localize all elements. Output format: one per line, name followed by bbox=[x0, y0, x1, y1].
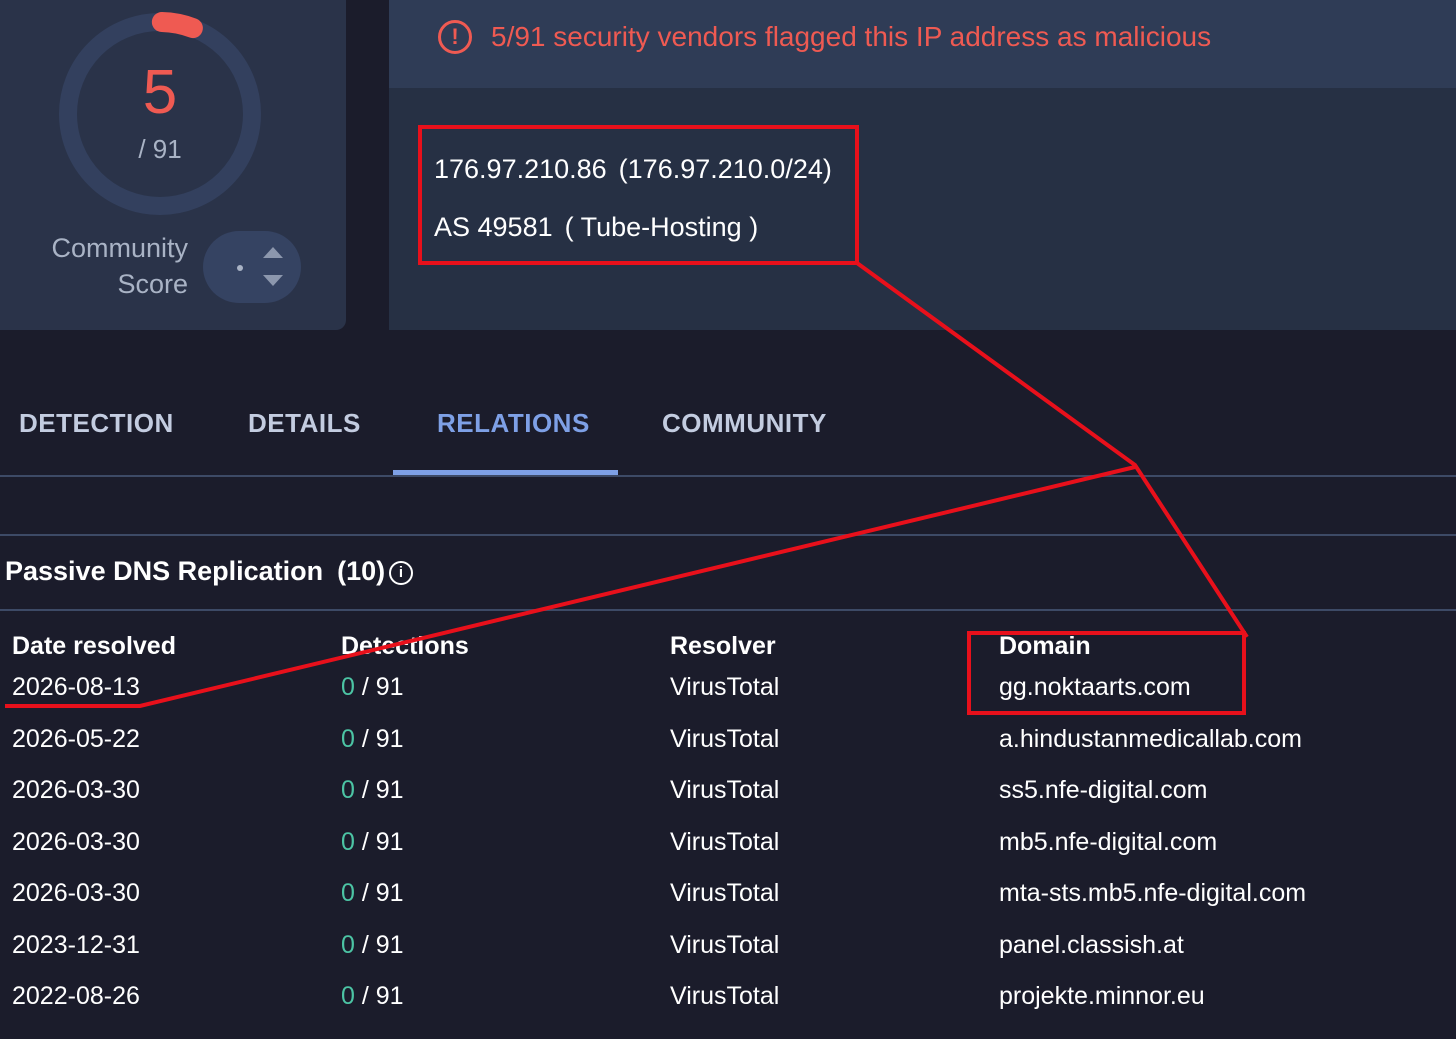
row-detections: 0 / 91 bbox=[341, 982, 404, 1010]
exclamation-circle-icon: ! bbox=[438, 20, 472, 54]
vote-up-icon[interactable] bbox=[263, 247, 283, 258]
ip-address-line: 176.97.210.86 (176.97.210.0/24) bbox=[434, 154, 844, 185]
as-owner: ( Tube-Hosting ) bbox=[564, 212, 759, 242]
row-detections: 0 / 91 bbox=[341, 776, 404, 804]
table-row: 2023-12-31 0 / 91 VirusTotal panel.class… bbox=[0, 931, 1456, 971]
tab-community[interactable]: COMMUNITY bbox=[662, 408, 827, 439]
row-date: 2026-03-30 bbox=[12, 879, 140, 907]
table-row: 2026-03-30 0 / 91 VirusTotal mb5.nfe-dig… bbox=[0, 828, 1456, 868]
row-domain-link[interactable]: a.hindustanmedicallab.com bbox=[999, 725, 1302, 754]
ip-network[interactable]: (176.97.210.0/24) bbox=[619, 154, 832, 184]
table-row: 2026-03-30 0 / 91 VirusTotal ss5.nfe-dig… bbox=[0, 776, 1456, 816]
row-resolver: VirusTotal bbox=[670, 931, 780, 959]
row-date: 2023-12-31 bbox=[12, 931, 140, 959]
detection-gauge: 5 / 91 bbox=[56, 10, 264, 218]
column-header-domain[interactable]: Domain bbox=[999, 632, 1091, 661]
community-score-card: 5 / 91 Community Score bbox=[0, 0, 346, 330]
section-divider-bottom bbox=[0, 609, 1456, 611]
asn-number[interactable]: AS 49581 bbox=[434, 212, 553, 242]
row-resolver: VirusTotal bbox=[670, 828, 780, 856]
community-vote-control[interactable] bbox=[203, 231, 301, 303]
row-resolver: VirusTotal bbox=[670, 673, 780, 701]
community-score-label: Community Score bbox=[51, 233, 188, 299]
detection-score: 5 bbox=[142, 58, 178, 127]
asn-line: AS 49581 ( Tube-Hosting ) bbox=[434, 212, 770, 243]
passive-dns-count: (10) bbox=[337, 556, 386, 586]
row-date: 2026-03-30 bbox=[12, 776, 140, 804]
vote-down-icon[interactable] bbox=[263, 275, 283, 286]
info-icon[interactable]: i bbox=[389, 561, 413, 585]
table-row: 2026-03-30 0 / 91 VirusTotal mta-sts.mb5… bbox=[0, 879, 1456, 919]
row-domain-link[interactable]: mta-sts.mb5.nfe-digital.com bbox=[999, 879, 1306, 908]
row-detections: 0 / 91 bbox=[341, 931, 404, 959]
table-row: 2026-08-13 0 / 91 VirusTotal gg.noktaart… bbox=[0, 673, 1456, 713]
tab-bar: DETECTION DETAILS RELATIONS COMMUNITY bbox=[0, 380, 1456, 476]
row-domain-link[interactable]: ss5.nfe-digital.com bbox=[999, 776, 1207, 805]
table-row: 2026-05-22 0 / 91 VirusTotal a.hindustan… bbox=[0, 725, 1456, 765]
tab-divider bbox=[0, 475, 1456, 477]
tab-detection[interactable]: DETECTION bbox=[19, 408, 174, 439]
gauge-malicious-arc bbox=[151, 12, 203, 39]
row-domain-link[interactable]: mb5.nfe-digital.com bbox=[999, 828, 1217, 857]
row-date: 2022-08-26 bbox=[12, 982, 140, 1010]
section-divider-top bbox=[0, 534, 1456, 536]
row-detections: 0 / 91 bbox=[341, 879, 404, 907]
column-header-resolver[interactable]: Resolver bbox=[670, 632, 776, 661]
column-header-date[interactable]: Date resolved bbox=[12, 632, 176, 661]
malicious-alert-text: 5/91 security vendors flagged this IP ad… bbox=[491, 21, 1212, 52]
column-header-detections[interactable]: Detections bbox=[341, 632, 469, 661]
row-detections: 0 / 91 bbox=[341, 673, 404, 701]
malicious-alert-bar: ! 5/91 security vendors flagged this IP … bbox=[389, 0, 1456, 88]
row-domain-link[interactable]: gg.noktaarts.com bbox=[999, 673, 1191, 702]
tab-details[interactable]: DETAILS bbox=[248, 408, 361, 439]
row-detections: 0 / 91 bbox=[341, 725, 404, 753]
ip-address: 176.97.210.86 bbox=[434, 154, 607, 184]
row-resolver: VirusTotal bbox=[670, 982, 780, 1010]
row-date: 2026-08-13 bbox=[12, 673, 140, 701]
passive-dns-title: Passive DNS Replication (10) bbox=[5, 556, 386, 586]
vote-count-dot bbox=[237, 265, 243, 271]
detection-total: / 91 bbox=[138, 134, 182, 164]
ip-info-panel: ! 5/91 security vendors flagged this IP … bbox=[389, 0, 1456, 330]
tab-relations[interactable]: RELATIONS bbox=[437, 408, 590, 439]
row-resolver: VirusTotal bbox=[670, 879, 780, 907]
row-date: 2026-05-22 bbox=[12, 725, 140, 753]
row-date: 2026-03-30 bbox=[12, 828, 140, 856]
row-resolver: VirusTotal bbox=[670, 725, 780, 753]
row-domain-link[interactable]: panel.classish.at bbox=[999, 931, 1184, 960]
row-resolver: VirusTotal bbox=[670, 776, 780, 804]
table-row: 2022-08-26 0 / 91 VirusTotal projekte.mi… bbox=[0, 982, 1456, 1022]
row-domain-link[interactable]: projekte.minnor.eu bbox=[999, 982, 1205, 1011]
row-detections: 0 / 91 bbox=[341, 828, 404, 856]
